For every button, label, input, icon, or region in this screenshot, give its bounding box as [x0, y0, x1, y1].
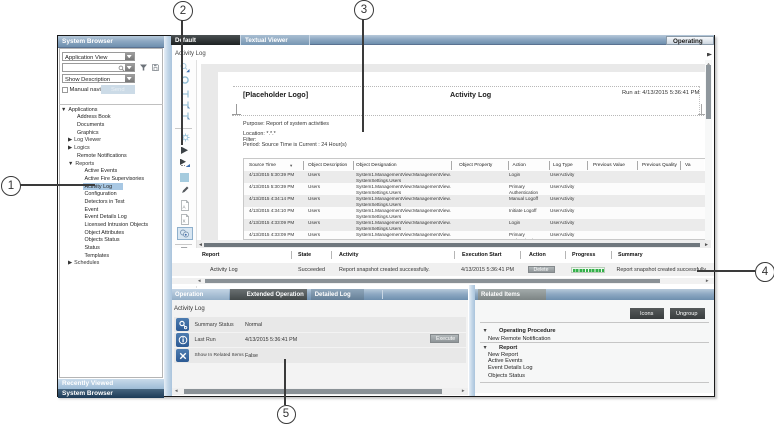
svg-text:A: A	[183, 204, 186, 209]
svg-text:X: X	[183, 218, 186, 223]
